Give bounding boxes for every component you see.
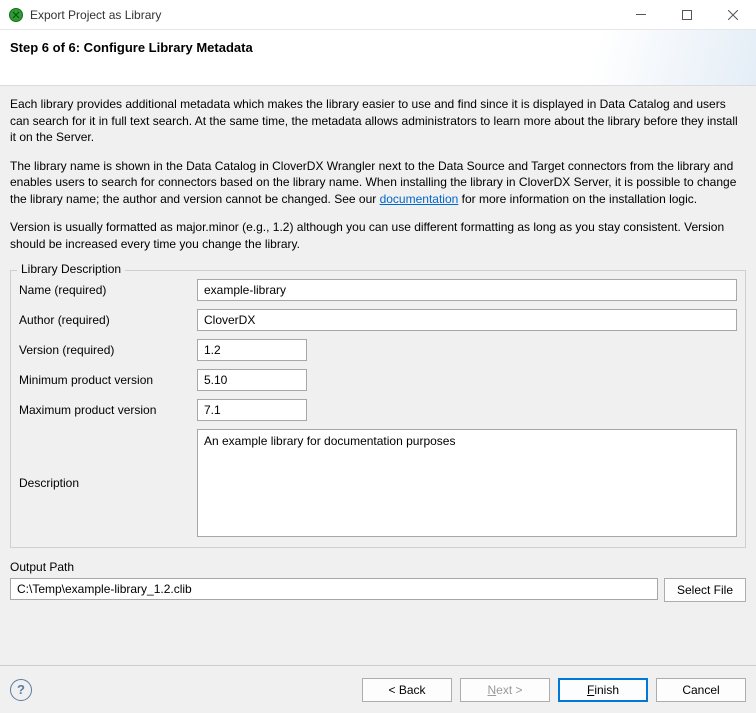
output-path-label: Output Path xyxy=(10,560,746,574)
min-version-label: Minimum product version xyxy=(19,373,191,387)
close-button[interactable] xyxy=(710,0,756,30)
version-input[interactable] xyxy=(197,339,307,361)
output-path-section: Output Path Select File xyxy=(10,560,746,602)
description-textarea[interactable] xyxy=(197,429,737,537)
wizard-header: Step 6 of 6: Configure Library Metadata xyxy=(0,30,756,86)
maximize-button[interactable] xyxy=(664,0,710,30)
version-label: Version (required) xyxy=(19,343,191,357)
step-title: Step 6 of 6: Configure Library Metadata xyxy=(10,40,744,55)
help-icon[interactable]: ? xyxy=(10,679,32,701)
library-description-legend: Library Description xyxy=(17,262,125,276)
documentation-link[interactable]: documentation xyxy=(380,192,459,206)
intro-paragraph-2: The library name is shown in the Data Ca… xyxy=(10,158,746,208)
intro-p2-part-b: for more information on the installation… xyxy=(458,192,697,206)
intro-paragraph-1: Each library provides additional metadat… xyxy=(10,96,746,146)
name-label: Name (required) xyxy=(19,283,191,297)
max-version-input[interactable] xyxy=(197,399,307,421)
min-version-input[interactable] xyxy=(197,369,307,391)
name-input[interactable] xyxy=(197,279,737,301)
back-button[interactable]: < Back xyxy=(362,678,452,702)
wizard-footer: ? < Back Next > Finish Cancel xyxy=(0,665,756,713)
author-label: Author (required) xyxy=(19,313,191,327)
window-title: Export Project as Library xyxy=(30,8,161,22)
max-version-label: Maximum product version xyxy=(19,403,191,417)
cancel-button[interactable]: Cancel xyxy=(656,678,746,702)
output-path-input[interactable] xyxy=(10,578,658,600)
next-button: Next > xyxy=(460,678,550,702)
content-area: Each library provides additional metadat… xyxy=(0,86,756,665)
titlebar: Export Project as Library xyxy=(0,0,756,30)
intro-paragraph-3: Version is usually formatted as major.mi… xyxy=(10,219,746,252)
select-file-button[interactable]: Select File xyxy=(664,578,746,602)
minimize-button[interactable] xyxy=(618,0,664,30)
author-input[interactable] xyxy=(197,309,737,331)
description-label: Description xyxy=(19,476,191,490)
intro-text: Each library provides additional metadat… xyxy=(10,96,746,264)
finish-button[interactable]: Finish xyxy=(558,678,648,702)
library-description-group: Library Description Name (required) Auth… xyxy=(10,270,746,548)
app-icon xyxy=(8,7,24,23)
